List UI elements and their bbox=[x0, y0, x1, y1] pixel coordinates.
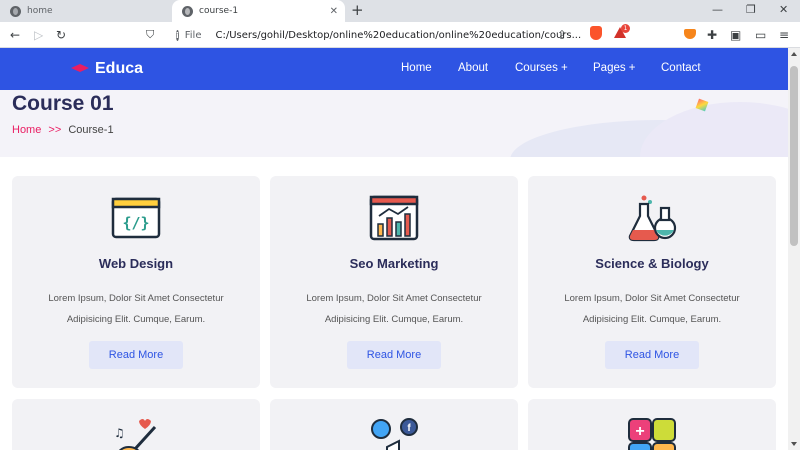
wave-decoration bbox=[640, 102, 788, 157]
url-scheme-label: File bbox=[184, 29, 202, 41]
course-card: Seo Marketing Lorem Ipsum, Dolor Sit Ame… bbox=[270, 176, 518, 388]
nav-courses[interactable]: Courses + bbox=[515, 62, 568, 74]
breadcrumb: Home >> Course-1 bbox=[12, 124, 114, 136]
course-card: + bbox=[528, 399, 776, 450]
sidebar-icon[interactable]: ▣ bbox=[730, 27, 741, 43]
course-description: Lorem Ipsum, Dolor Sit Amet Consectetur … bbox=[270, 288, 518, 330]
description-line: Lorem Ipsum, Dolor Sit Amet Consectetur bbox=[306, 293, 482, 304]
guitar-music-icon: ♫ bbox=[114, 419, 157, 450]
close-tab-icon[interactable]: ✕ bbox=[330, 6, 338, 17]
course-title: Science & Biology bbox=[595, 256, 709, 271]
description-line: Lorem Ipsum, Dolor Sit Amet Consectetur bbox=[48, 293, 224, 304]
globe-icon bbox=[10, 5, 21, 17]
tab-course-1[interactable]: course-1 ✕ bbox=[172, 0, 345, 22]
breadcrumb-current: Course-1 bbox=[68, 124, 114, 136]
restore-button[interactable]: ❐ bbox=[746, 3, 756, 16]
forward-icon[interactable]: ▷ bbox=[34, 27, 43, 43]
logo-text: Educa bbox=[95, 60, 144, 77]
breadcrumb-separator: >> bbox=[48, 124, 62, 136]
read-more-button[interactable]: Read More bbox=[89, 341, 183, 369]
nav-contact[interactable]: Contact bbox=[661, 62, 701, 74]
course-description: Lorem Ipsum, Dolor Sit Amet Consectetur … bbox=[12, 288, 260, 330]
tab-home[interactable]: home bbox=[0, 0, 172, 22]
tab-title: course-1 bbox=[199, 6, 239, 16]
course-card: f bbox=[270, 399, 518, 450]
scroll-thumb[interactable] bbox=[790, 66, 798, 246]
graduation-cap-icon bbox=[71, 64, 89, 72]
svg-text:{/}: {/} bbox=[122, 214, 149, 232]
course-grid: {/} Web Design Lorem Ipsum, Dolor Sit Am… bbox=[0, 157, 788, 450]
nav-about[interactable]: About bbox=[458, 62, 488, 74]
new-tab-button[interactable]: + bbox=[351, 1, 364, 19]
breadcrumb-home-link[interactable]: Home bbox=[12, 124, 41, 136]
scroll-up-arrow-icon[interactable] bbox=[791, 52, 797, 56]
back-icon[interactable]: ← bbox=[10, 27, 20, 43]
browser-tab-bar: home course-1 ✕ + — ❐ ✕ bbox=[0, 0, 800, 22]
reload-icon[interactable]: ↻ bbox=[56, 27, 66, 43]
nav-home[interactable]: Home bbox=[401, 62, 432, 74]
course-card: {/} Web Design Lorem Ipsum, Dolor Sit Am… bbox=[12, 176, 260, 388]
logo[interactable]: Educa bbox=[71, 60, 143, 78]
globe-icon bbox=[182, 5, 193, 17]
metamask-fox-icon[interactable] bbox=[684, 29, 696, 39]
description-line: Adipisicing Elit. Cumque, Earum. bbox=[582, 314, 722, 325]
page-title: Course 01 bbox=[12, 92, 114, 115]
url-text[interactable]: C:/Users/gohil/Desktop/online%20educatio… bbox=[215, 30, 581, 41]
address-bar[interactable]: i File C:/Users/gohil/Desktop/online%20e… bbox=[170, 24, 581, 46]
info-icon[interactable]: i bbox=[176, 29, 179, 41]
course-card: Science & Biology Lorem Ipsum, Dolor Sit… bbox=[528, 176, 776, 388]
brave-shield-icon[interactable] bbox=[590, 26, 602, 40]
description-line: Adipisicing Elit. Cumque, Earum. bbox=[66, 314, 206, 325]
page-scrollbar[interactable] bbox=[788, 48, 800, 450]
bookmark-icon[interactable]: ⛉ bbox=[146, 27, 154, 43]
course-title: Seo Marketing bbox=[349, 256, 439, 271]
site-header: Educa Home About Courses + Pages + Conta… bbox=[0, 48, 788, 90]
minimize-button[interactable]: — bbox=[712, 3, 723, 16]
wallet-icon[interactable]: ▭ bbox=[755, 27, 766, 43]
flask-icon bbox=[628, 195, 677, 242]
close-window-button[interactable]: ✕ bbox=[779, 3, 788, 16]
code-window-icon: {/} bbox=[111, 197, 161, 239]
share-icon[interactable]: ⇪ bbox=[557, 27, 567, 43]
svg-text:+: + bbox=[635, 423, 644, 440]
tab-title: home bbox=[27, 6, 53, 16]
course-title: Web Design bbox=[98, 256, 174, 271]
nav-pages[interactable]: Pages + bbox=[593, 62, 636, 74]
description-line: Adipisicing Elit. Cumque, Earum. bbox=[324, 314, 464, 325]
math-calculator-icon: + bbox=[628, 418, 676, 450]
read-more-button[interactable]: Read More bbox=[347, 341, 441, 369]
browser-toolbar: ← ▷ ↻ ⛉ i File C:/Users/gohil/Desktop/on… bbox=[0, 22, 800, 48]
analytics-chart-icon bbox=[369, 195, 419, 241]
rewards-badge: 1 bbox=[621, 24, 630, 33]
page-hero: Course 01 Home >> Course-1 bbox=[0, 90, 788, 157]
svg-text:♫: ♫ bbox=[114, 426, 125, 440]
course-description: Lorem Ipsum, Dolor Sit Amet Consectetur … bbox=[528, 288, 776, 330]
course-card: ♫ bbox=[12, 399, 260, 450]
menu-icon[interactable]: ≡ bbox=[779, 27, 789, 43]
social-media-icon: f bbox=[371, 418, 418, 450]
scroll-down-arrow-icon[interactable] bbox=[791, 442, 797, 446]
extensions-puzzle-icon[interactable]: ✚ bbox=[707, 27, 717, 43]
description-line: Lorem Ipsum, Dolor Sit Amet Consectetur bbox=[564, 293, 740, 304]
read-more-button[interactable]: Read More bbox=[605, 341, 699, 369]
